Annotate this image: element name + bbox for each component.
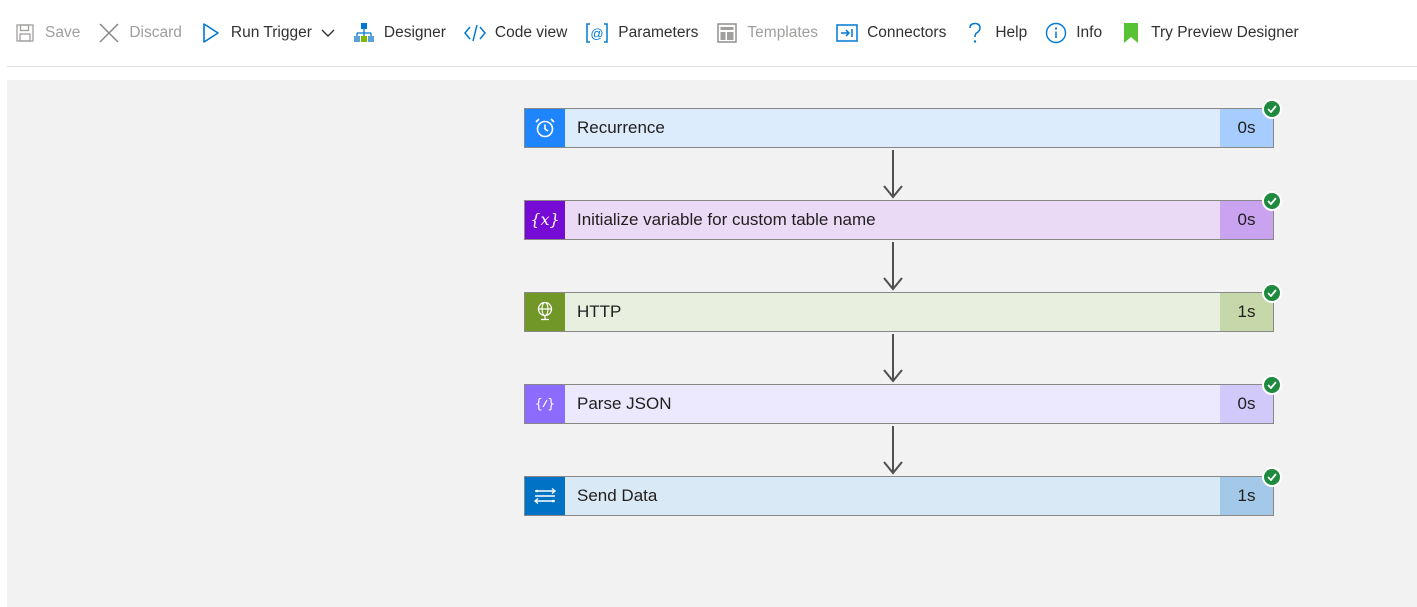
- connector-arrow-2: [883, 242, 903, 291]
- run-trigger-icon: [200, 22, 222, 44]
- parameters-icon: @: [585, 22, 609, 44]
- run-trigger-label: Run Trigger: [230, 24, 312, 41]
- bookmark-icon: [1120, 22, 1142, 44]
- save-button[interactable]: Save: [14, 17, 80, 49]
- variable-icon: {x}: [525, 201, 565, 239]
- alarm-clock-icon: [525, 109, 565, 147]
- parameters-label: Parameters: [618, 24, 699, 41]
- info-button[interactable]: Info: [1045, 17, 1102, 49]
- info-icon: [1045, 22, 1067, 44]
- connector-arrow-1: [883, 150, 903, 199]
- info-label: Info: [1076, 24, 1103, 41]
- connectors-label: Connectors: [867, 24, 947, 41]
- success-check-icon: [1262, 283, 1282, 303]
- step-card-send-data[interactable]: Send Data 1s: [524, 467, 1282, 516]
- designer-button[interactable]: Designer: [353, 17, 446, 49]
- send-data-icon: [525, 477, 565, 515]
- code-view-label: Code view: [494, 24, 568, 41]
- success-check-icon: [1262, 191, 1282, 211]
- designer-icon: [353, 22, 375, 44]
- globe-icon: [525, 293, 565, 331]
- connectors-button[interactable]: Connectors: [836, 17, 946, 49]
- templates-icon: [716, 22, 738, 44]
- connector-arrow-4: [883, 426, 903, 475]
- save-icon: [14, 22, 36, 44]
- toolbar-divider: [7, 66, 1417, 67]
- designer-label: Designer: [383, 24, 446, 41]
- step-card-initialize-variable[interactable]: {x} Initialize variable for custom table…: [524, 191, 1282, 240]
- help-icon: [964, 22, 986, 44]
- templates-label: Templates: [747, 24, 819, 41]
- discard-icon: [98, 22, 120, 44]
- connectors-icon: [836, 22, 858, 44]
- step-title: Initialize variable for custom table nam…: [577, 210, 876, 229]
- help-label: Help: [995, 24, 1028, 41]
- try-preview-designer-button[interactable]: Try Preview Designer: [1120, 17, 1299, 49]
- step-title: HTTP: [577, 302, 622, 321]
- designer-canvas: [7, 80, 1417, 607]
- help-button[interactable]: Help: [964, 17, 1027, 49]
- svg-text:{x}: {x}: [530, 210, 559, 229]
- svg-text:@: @: [591, 26, 604, 41]
- toolbar: Save Discard Run Trigger Designer Code v…: [0, 0, 1417, 66]
- step-card-parse-json[interactable]: { } Parse JSON 0s: [524, 375, 1282, 424]
- success-check-icon: [1262, 375, 1282, 395]
- discard-button[interactable]: Discard: [98, 17, 182, 49]
- chevron-down-icon[interactable]: [321, 28, 335, 38]
- code-view-icon: [463, 22, 486, 44]
- parse-json-icon: { }: [525, 385, 565, 423]
- success-check-icon: [1262, 467, 1282, 487]
- code-view-button[interactable]: Code view: [463, 17, 568, 49]
- run-trigger-button[interactable]: Run Trigger: [200, 17, 335, 49]
- save-label: Save: [45, 24, 81, 41]
- connector-arrow-3: [883, 334, 903, 383]
- step-title: Send Data: [577, 486, 658, 505]
- try-preview-designer-label: Try Preview Designer: [1151, 24, 1299, 41]
- step-title: Recurrence: [577, 118, 665, 137]
- parameters-button[interactable]: @ Parameters: [585, 17, 698, 49]
- step-card-recurrence[interactable]: Recurrence 0s: [524, 99, 1282, 148]
- success-check-icon: [1262, 99, 1282, 119]
- templates-button[interactable]: Templates: [716, 17, 818, 49]
- step-card-http[interactable]: HTTP 1s: [524, 283, 1282, 332]
- discard-label: Discard: [129, 24, 182, 41]
- step-title: Parse JSON: [577, 394, 672, 413]
